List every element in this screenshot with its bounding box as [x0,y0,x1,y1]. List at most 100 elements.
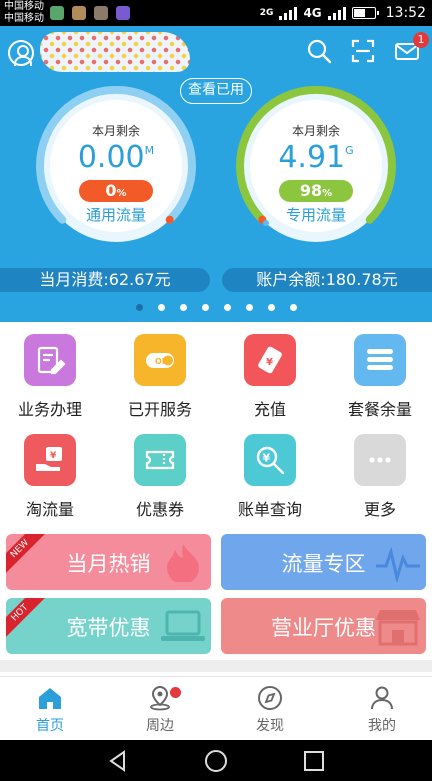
notification-icons [50,6,130,20]
gauge-value: 4.91G [250,140,382,175]
banner-broadband[interactable]: HOT 宽带优惠 [6,598,211,654]
home-button-icon[interactable] [204,749,228,773]
scan-icon[interactable] [350,38,376,64]
nav-nearby[interactable]: 周边 [130,685,190,735]
service-opened[interactable]: ON 已开服务 [110,334,210,420]
service-label: 已开服务 [127,400,192,419]
gauge-percent-pill: 0% [79,180,153,202]
service-plan-balance[interactable]: 套餐余量 [330,334,430,420]
carousel-indicator [0,304,432,311]
nav-home[interactable]: 首页 [20,685,80,735]
carousel-dot [179,304,187,311]
banner-monthly-hot[interactable]: NEW 当月热销 [6,534,211,590]
nav-label: 周边 [146,718,174,734]
service-label: 充值 [253,400,286,419]
signal-icon [327,6,346,20]
dedicated-traffic-gauge[interactable]: 本月剩余 4.91G 98% 专用流量 [236,86,396,246]
clock: 13:52 [385,5,426,21]
pulse-icon [376,546,420,582]
traffic-overview-header: 1 查看已用 本月剩余 0.00M 0% 通用流量 本月剩余 4.91G 98%… [0,26,432,322]
gauge-percent: 0 [105,181,117,200]
recents-icon[interactable] [302,749,326,773]
monthly-spend-pill[interactable]: 当月消费:62.67元 [0,268,210,292]
gauge-value: 0.00M [50,140,182,175]
carousel-dot [157,304,165,311]
toggle-on-icon: ON [134,334,186,386]
service-label: 账单查询 [237,500,302,519]
nav-label: 发现 [256,718,284,734]
general-traffic-gauge[interactable]: 本月剩余 0.00M 0% 通用流量 [36,86,196,246]
carousel-dot [223,304,231,311]
compass-icon [258,686,282,710]
back-icon[interactable] [106,749,130,773]
app-notification-icon [72,6,86,20]
gauge-value-number: 4.91 [278,140,346,175]
bottom-nav: 首页 周边 发现 我的 [0,676,432,740]
banner-store-offers[interactable]: 营业厅优惠 [221,598,426,654]
network-type-label: 2G [259,8,274,18]
search-icon[interactable] [306,38,332,64]
app-notification-icon [116,6,130,20]
service-buy-traffic[interactable]: ¥ 淘流量 [0,434,100,520]
service-label: 更多 [363,500,396,519]
service-more[interactable]: 更多 [330,434,430,520]
masked-phone-number [40,32,190,72]
account-balance-pill[interactable]: 账户余额:180.78元 [222,268,432,292]
hand-coin-icon: ¥ [24,434,76,486]
signal-icon [279,6,298,20]
message-badge: 1 [413,32,429,48]
gauge-percent: 98 [299,181,323,200]
service-business[interactable]: 业务办理 [0,334,100,420]
carrier-label-1: 中国移动 [4,1,44,12]
carousel-dot [267,304,275,311]
battery-icon [351,7,379,19]
service-label: 套餐余量 [347,400,412,419]
svg-text:¥: ¥ [266,357,273,368]
carousel-dot [245,304,253,311]
store-icon [376,610,420,646]
nav-label: 我的 [368,718,396,734]
gauge-unit: G [345,144,354,157]
laptop-icon [161,610,205,641]
gauge-type-label: 通用流量 [85,206,146,224]
recharge-card-icon: ¥ [244,334,296,386]
home-icon [39,688,61,709]
nav-label: 首页 [36,718,64,734]
system-nav-bar [0,740,432,781]
user-avatar-icon[interactable] [8,40,34,66]
gauge-percent-pill: 98% [279,180,353,202]
gauge-percent-sign: % [116,188,127,199]
more-icon [354,434,406,486]
gauge-value-number: 0.00 [77,140,145,175]
nav-discover[interactable]: 发现 [240,685,300,735]
carrier-label-2: 中国移动 [4,13,44,24]
service-coupon[interactable]: 优惠券 [110,434,210,520]
flame-icon [167,544,199,582]
carousel-dot [135,304,143,311]
service-label: 业务办理 [17,400,82,419]
status-bar: 中国移动 中国移动 2G 4G 13:52 [0,0,432,26]
form-edit-icon [24,334,76,386]
app-notification-icon [94,6,108,20]
user-icon [371,686,393,710]
gauge-type-label: 专用流量 [285,206,346,224]
carousel-dot [201,304,209,311]
coupon-icon [134,434,186,486]
search-yen-icon: ¥ [244,434,296,486]
svg-text:¥: ¥ [50,451,57,461]
service-bill-query[interactable]: ¥ 账单查询 [220,434,320,520]
gauge-label: 本月剩余 [91,124,140,138]
service-recharge[interactable]: ¥ 充值 [220,334,320,420]
list-icon [354,334,406,386]
gauge-percent-sign: % [322,188,333,199]
gauge-unit: M [144,144,155,157]
app-notification-icon [50,6,64,20]
nav-notification-dot [170,687,181,698]
svg-text:¥: ¥ [263,452,271,465]
section-divider [0,660,432,672]
network-type-label: 4G [303,6,322,20]
service-label: 淘流量 [25,500,74,519]
status-indicators: 2G 4G 13:52 [260,5,426,21]
banner-traffic-zone[interactable]: 流量专区 [221,534,426,590]
nav-mine[interactable]: 我的 [352,685,412,735]
